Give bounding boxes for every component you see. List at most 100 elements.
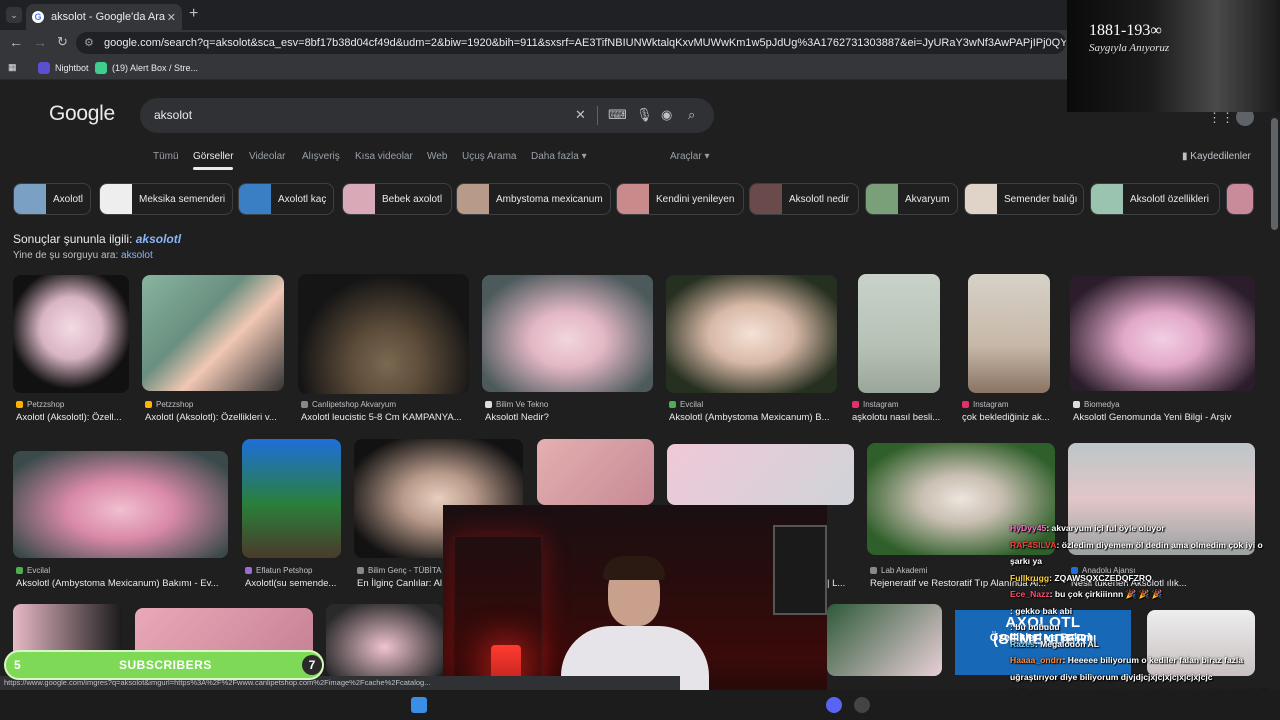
image-result[interactable] [667,444,854,505]
tab-web[interactable]: Web [427,151,447,162]
search-icon[interactable]: ⌕ [688,107,695,123]
chip-ambystoma[interactable]: Ambystoma mexicanum [456,183,611,215]
image-caption[interactable]: Aksolotl (Ambystoma Mexicanum) Bakımı - … [16,578,226,589]
google-apps-icon[interactable]: ⋮⋮ [1208,110,1234,126]
source-label[interactable]: Bilim Genç - TÜBİTA [357,566,443,575]
image-caption[interactable]: Axolotl leucistic 5-8 Cm KAMPANYA... [301,412,469,423]
chat-username: Haaaa_ondrr [1010,655,1063,665]
image-caption[interactable]: Axolotl (Aksolotl): Özellikleri v... [145,412,285,423]
source-label[interactable]: Biomedya [1073,400,1243,409]
source-label[interactable]: Evcilal [669,400,829,409]
clear-search-icon[interactable]: ✕ [575,107,586,123]
image-result[interactable] [827,604,942,676]
reload-icon[interactable]: ↻ [57,34,68,50]
tab-videos[interactable]: Videolar [249,151,286,162]
tab-images[interactable]: Görseller [193,151,234,162]
image-caption[interactable]: aşkolotu nasıl besli... [852,412,947,423]
image-result[interactable] [326,604,443,676]
image-caption[interactable]: Aksolotl Genomunda Yeni Bilgi - Arşiv [1073,412,1255,423]
chip-thumbnail [239,184,271,214]
chip-akvaryum[interactable]: Akvaryum [865,183,958,215]
lens-icon[interactable]: ◉ [661,107,672,123]
image-result[interactable] [968,274,1050,393]
discord-icon[interactable] [826,697,842,713]
close-tab-icon[interactable]: ✕ [167,11,176,24]
tab-flights[interactable]: Uçuş Arama [462,151,516,162]
image-caption[interactable]: çok beklediğiniz ak... [962,412,1057,423]
windows-start-icon[interactable] [411,697,427,713]
chip-aksolotl-ozellikleri[interactable]: Aksolotl özellikleri [1090,183,1220,215]
page-scrollbar[interactable] [1271,118,1278,230]
image-result[interactable] [298,274,469,394]
related-term-link[interactable]: aksolotl [136,232,181,246]
app-icon[interactable] [854,697,870,713]
source-label[interactable]: Petzzshop [16,400,126,409]
source-label[interactable]: Canlipetshop Akvaryum [301,400,461,409]
chalkboard [773,525,827,615]
source-name: Evcilal [680,400,704,409]
image-result[interactable] [537,439,654,505]
chip-partial[interactable] [1226,183,1254,215]
image-result[interactable] [858,274,940,393]
chip-aksolotl-nedir[interactable]: Aksolotl nedir [749,183,859,215]
chip-label: Bebek axolotl [382,193,443,205]
bookmark-alert-box[interactable]: (19) Alert Box / Stre... [95,62,198,74]
image-caption[interactable]: Aksolotl (Ambystoma Mexicanum) B... [669,412,837,423]
microphone-icon[interactable]: 🎙 [636,107,653,123]
site-favicon-icon [485,401,492,408]
chip-kendini-yenileyen[interactable]: Kendini yenileyen [616,183,744,215]
tab-all[interactable]: Tümü [153,151,179,162]
tab-more[interactable]: Daha fazla ▾ [531,151,587,162]
saved-button[interactable]: ▮ Kaydedilenler [1182,151,1251,162]
image-result[interactable] [1070,276,1255,391]
tab-shopping[interactable]: Alışveriş [302,151,340,162]
image-caption[interactable]: Axolotl(su semende... [245,578,341,589]
source-name: Biomedya [1084,400,1120,409]
related-prefix: Sonuçlar şununla ilgili: [13,232,133,246]
source-label[interactable]: Petzzshop [145,400,275,409]
image-result[interactable] [142,275,284,391]
image-caption[interactable]: | L... [827,578,857,589]
site-info-icon[interactable]: ⚙ [84,32,94,54]
source-label[interactable]: Instagram [852,400,952,409]
image-result[interactable] [666,275,837,393]
image-caption[interactable]: Axolotl (Aksolotl): Özell... [16,412,128,423]
forward-arrow-icon[interactable]: → [33,34,47,50]
address-bar[interactable]: ⚙ google.com/search?q=aksolot&sca_esv=8b… [76,32,1066,54]
tools-button[interactable]: Araçlar ▾ [670,151,710,162]
back-arrow-icon[interactable]: ← [9,34,23,50]
source-label[interactable]: Eflatun Petshop [245,566,345,575]
image-result[interactable] [482,275,653,392]
chip-semender-baligi[interactable]: Semender balığı [964,183,1084,215]
image-result[interactable] [242,439,341,558]
tab-short-videos[interactable]: Kısa videolar [355,151,413,162]
chip-bebek-axolotl[interactable]: Bebek axolotl [342,183,452,215]
image-result[interactable] [13,275,129,393]
image-caption[interactable]: En İlginç Canlılar: Al [357,578,443,589]
image-caption[interactable]: Aksolotl Nedir? [485,412,653,423]
source-label[interactable]: Evcilal [16,566,136,575]
image-result[interactable] [13,451,228,558]
chip-axolotl[interactable]: Axolotl [13,183,91,215]
site-favicon-icon [145,401,152,408]
chat-message: Razes: Megalodon AL [1010,636,1272,653]
chip-axolotl-kac[interactable]: Axolotl kaç [238,183,334,215]
tab-search-button[interactable]: ⌄ [6,7,22,23]
chip-meksika-semenderi[interactable]: Meksika semenderi [99,183,233,215]
source-label[interactable]: Instagram [962,400,1062,409]
ataturk-memorial-overlay: 1881-193∞ Saygıyla Anıyoruz [1067,0,1280,112]
source-name: Eflatun Petshop [256,566,313,575]
source-label[interactable]: Bilim Ve Tekno [485,400,645,409]
search-input[interactable]: aksolot [140,98,714,133]
chip-thumbnail [14,184,46,214]
tab-active[interactable]: G aksolot - Google'da Ara ✕ [26,4,182,30]
new-tab-button[interactable]: + [189,5,198,23]
google-logo[interactable]: Google [49,102,115,126]
chip-thumbnail [1227,184,1253,214]
chat-username: Ece_Nazz [1010,589,1050,599]
bookmark-nightbot[interactable]: Nightbot [38,62,89,74]
instead-term-link[interactable]: aksolot [121,250,153,261]
apps-grid-icon[interactable]: ▦ [8,62,17,73]
chip-label: Aksolotl nedir [789,193,850,205]
keyboard-icon[interactable]: ⌨ [608,107,627,123]
